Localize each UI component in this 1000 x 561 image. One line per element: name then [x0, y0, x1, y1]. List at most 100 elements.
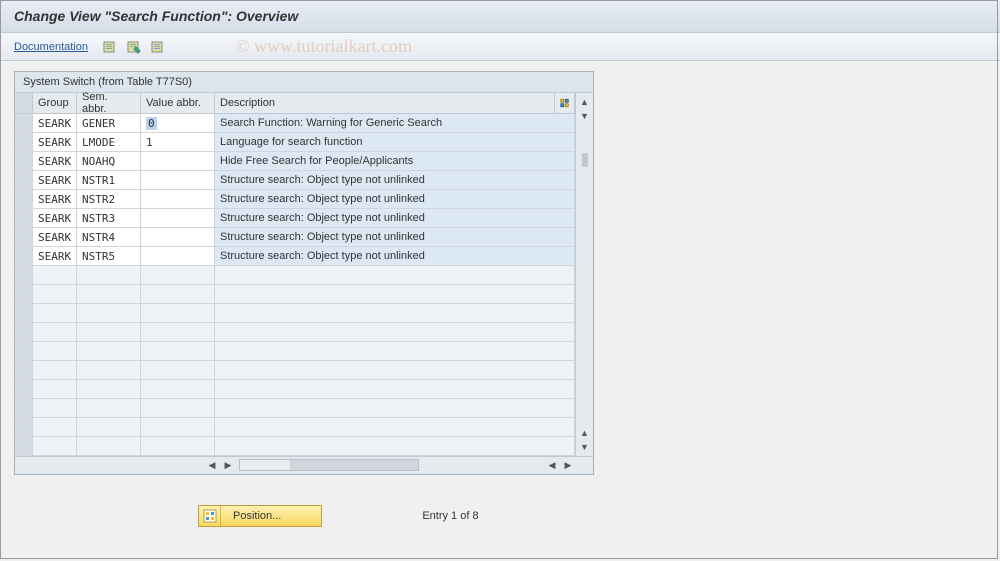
row-selector[interactable] — [15, 266, 33, 284]
cell-value[interactable] — [141, 190, 215, 208]
toolbar-icon-3[interactable] — [150, 39, 168, 55]
cell-group[interactable]: SEARK — [33, 247, 77, 265]
position-button[interactable]: Position... — [198, 505, 322, 527]
scroll-down2-icon[interactable]: ▼ — [578, 440, 592, 454]
scroll-up2-icon[interactable]: ▲ — [578, 426, 592, 440]
row-selector[interactable] — [15, 304, 33, 322]
cell-value[interactable] — [141, 152, 215, 170]
row-selector[interactable] — [15, 152, 33, 170]
cell-value[interactable]: 0 — [141, 114, 215, 132]
table-row-empty — [15, 285, 575, 304]
cell-desc: Structure search: Object type not unlink… — [215, 228, 575, 246]
row-selector[interactable] — [15, 247, 33, 265]
row-selector[interactable] — [15, 133, 33, 151]
row-selector[interactable] — [15, 399, 33, 417]
table-row[interactable]: SEARK NSTR1 Structure search: Object typ… — [15, 171, 575, 190]
entry-counter: Entry 1 of 8 — [422, 510, 478, 522]
table-row-empty — [15, 437, 575, 456]
cell-sem[interactable]: GENER — [77, 114, 141, 132]
cell-group[interactable]: SEARK — [33, 133, 77, 151]
table-row[interactable]: SEARK NSTR3 Structure search: Object typ… — [15, 209, 575, 228]
cell-sem[interactable]: NOAHQ — [77, 152, 141, 170]
cell-group[interactable]: SEARK — [33, 190, 77, 208]
col-header-group[interactable]: Group — [33, 93, 77, 113]
scroll-down-icon[interactable]: ▼ — [578, 109, 592, 123]
cell-value[interactable] — [141, 171, 215, 189]
table-config-button[interactable] — [555, 93, 575, 113]
hscroll-thumb[interactable] — [240, 460, 290, 470]
table-row[interactable]: SEARK NOAHQ Hide Free Search for People/… — [15, 152, 575, 171]
hscroll-left-icon[interactable]: ◀ — [205, 459, 219, 473]
table-row-empty — [15, 361, 575, 380]
hscroll-track[interactable] — [239, 459, 419, 471]
cell-value[interactable] — [141, 209, 215, 227]
hscroll-right-icon[interactable]: ▶ — [221, 459, 235, 473]
table-row-empty — [15, 266, 575, 285]
cell-desc: Structure search: Object type not unlink… — [215, 171, 575, 189]
scroll-thumb[interactable] — [582, 153, 588, 167]
cell-sem[interactable]: NSTR5 — [77, 247, 141, 265]
row-selector[interactable] — [15, 418, 33, 436]
row-selector[interactable] — [15, 228, 33, 246]
row-selector[interactable] — [15, 209, 33, 227]
row-selector[interactable] — [15, 361, 33, 379]
row-selector[interactable] — [15, 380, 33, 398]
cell-value[interactable] — [141, 228, 215, 246]
vertical-scrollbar[interactable]: ▲ ▼ ▲ ▼ — [575, 93, 593, 456]
cell-sem[interactable]: NSTR2 — [77, 190, 141, 208]
scroll-up-icon[interactable]: ▲ — [578, 95, 592, 109]
hscroll-right2-icon[interactable]: ▶ — [561, 459, 575, 473]
cell-desc: Structure search: Object type not unlink… — [215, 247, 575, 265]
cell-group[interactable]: SEARK — [33, 114, 77, 132]
row-selector[interactable] — [15, 190, 33, 208]
row-selector[interactable] — [15, 171, 33, 189]
cell-group[interactable]: SEARK — [33, 152, 77, 170]
cell-group[interactable]: SEARK — [33, 209, 77, 227]
table-caption: System Switch (from Table T77S0) — [15, 72, 593, 93]
col-header-desc[interactable]: Description — [215, 93, 555, 113]
position-icon — [199, 506, 221, 526]
row-selector[interactable] — [15, 342, 33, 360]
select-all-header[interactable] — [15, 93, 33, 113]
documentation-link[interactable]: Documentation — [14, 41, 88, 53]
cell-group[interactable]: SEARK — [33, 228, 77, 246]
table-row[interactable]: SEARK GENER 0 Search Function: Warning f… — [15, 114, 575, 133]
cell-desc: Hide Free Search for People/Applicants — [215, 152, 575, 170]
cell-value[interactable] — [141, 247, 215, 265]
table-row[interactable]: SEARK NSTR5 Structure search: Object typ… — [15, 247, 575, 266]
table-row-empty — [15, 380, 575, 399]
row-selector[interactable] — [15, 114, 33, 132]
cell-desc: Structure search: Object type not unlink… — [215, 190, 575, 208]
row-selector[interactable] — [15, 323, 33, 341]
hscroll-left2-icon[interactable]: ◀ — [545, 459, 559, 473]
grid-header: Group Sem. abbr. Value abbr. Description — [15, 93, 575, 114]
cell-sem[interactable]: NSTR4 — [77, 228, 141, 246]
cell-desc: Search Function: Warning for Generic Sea… — [215, 114, 575, 132]
page-title: Change View "Search Function": Overview — [14, 8, 986, 24]
toolbar-icon-1[interactable] — [102, 39, 120, 55]
row-selector[interactable] — [15, 437, 33, 455]
table-row-empty — [15, 342, 575, 361]
cell-group[interactable]: SEARK — [33, 171, 77, 189]
table-row-empty — [15, 399, 575, 418]
toolbar-icon-2[interactable] — [126, 39, 144, 55]
col-header-val[interactable]: Value abbr. — [141, 93, 215, 113]
cell-sem[interactable]: NSTR3 — [77, 209, 141, 227]
grid-body: SEARK GENER 0 Search Function: Warning f… — [15, 114, 575, 456]
row-selector[interactable] — [15, 285, 33, 303]
table-row[interactable]: SEARK NSTR2 Structure search: Object typ… — [15, 190, 575, 209]
cell-desc: Structure search: Object type not unlink… — [215, 209, 575, 227]
cell-sem[interactable]: LMODE — [77, 133, 141, 151]
table-row[interactable]: SEARK NSTR4 Structure search: Object typ… — [15, 228, 575, 247]
col-header-sem[interactable]: Sem. abbr. — [77, 93, 141, 113]
table-row-empty — [15, 304, 575, 323]
cell-sem[interactable]: NSTR1 — [77, 171, 141, 189]
footer-bar: Position... Entry 1 of 8 — [14, 505, 986, 527]
table-row-empty — [15, 418, 575, 437]
table-row[interactable]: SEARK LMODE 1 Language for search functi… — [15, 133, 575, 152]
toolbar: Documentation — [0, 33, 1000, 61]
title-bar: Change View "Search Function": Overview — [0, 0, 1000, 33]
data-grid: Group Sem. abbr. Value abbr. Description… — [15, 93, 575, 456]
cell-value[interactable]: 1 — [141, 133, 215, 151]
horizontal-scrollbar[interactable]: ◀ ▶ ◀ ▶ — [15, 456, 593, 474]
